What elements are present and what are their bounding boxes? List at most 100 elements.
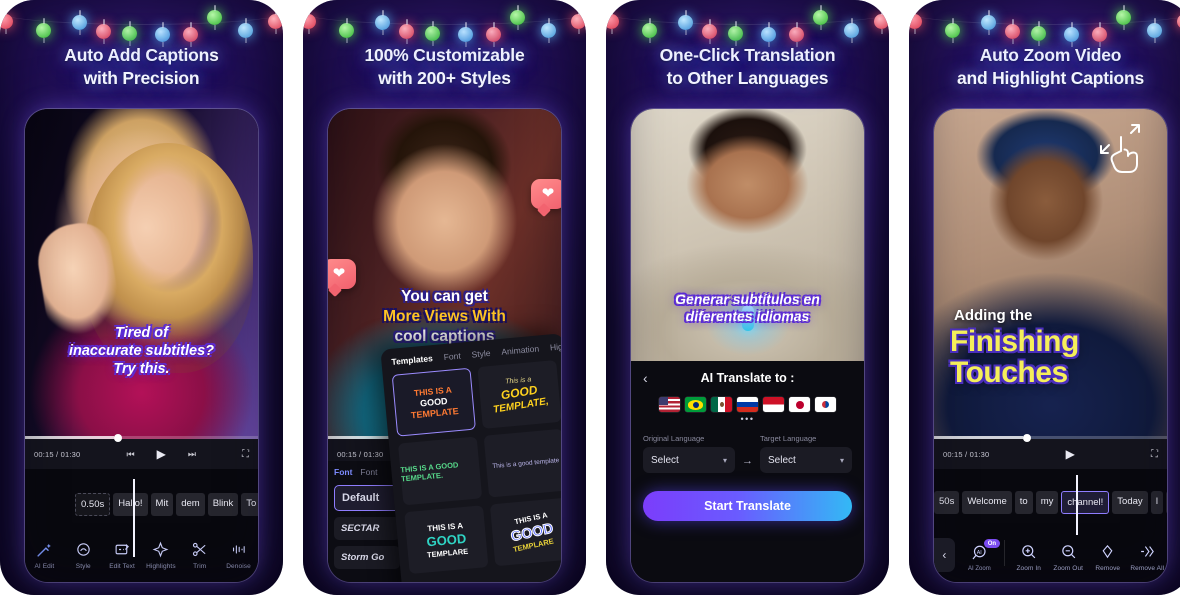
template-card[interactable]: This is a good template bbox=[483, 428, 561, 498]
fullscreen-icon[interactable]: ⛶ bbox=[242, 449, 249, 460]
flag-russia[interactable] bbox=[737, 397, 758, 412]
template-grid[interactable]: THIS IS A GOOD TEMPLATE This is a GOOD T… bbox=[383, 357, 561, 577]
play-icon[interactable]: ▶ bbox=[157, 447, 166, 461]
language-flag-row[interactable] bbox=[643, 397, 852, 412]
play-icon[interactable]: ▶ bbox=[1066, 447, 1075, 461]
list-item[interactable]: Mit bbox=[150, 493, 174, 516]
font-tab-row[interactable]: Font Font bbox=[334, 467, 400, 477]
tab-font[interactable]: Font bbox=[334, 467, 352, 477]
light-bulb bbox=[1116, 5, 1131, 30]
sparkle-icon bbox=[151, 539, 171, 559]
light-bulb bbox=[183, 22, 198, 47]
scrubber-handle[interactable] bbox=[113, 433, 122, 442]
video-frame-image bbox=[25, 109, 258, 439]
word-chip-row[interactable]: 0.50s Hallo! Mit dem Blink To bbox=[25, 493, 258, 516]
word-chip-row[interactable]: 50s Welcome to my channel! Today I am go… bbox=[934, 491, 1167, 514]
list-item[interactable]: Today bbox=[1112, 491, 1148, 514]
chevron-left-icon[interactable]: ‹ bbox=[934, 538, 955, 572]
tab-font-secondary[interactable]: Font bbox=[360, 467, 377, 477]
toolbar-item-trim[interactable]: Trim bbox=[180, 539, 219, 570]
list-item[interactable]: To bbox=[241, 493, 258, 516]
more-languages-indicator[interactable]: ••• bbox=[643, 414, 852, 424]
light-bulb bbox=[1064, 22, 1079, 47]
original-language-group: Original Language Select ▾ bbox=[643, 434, 735, 473]
fullscreen-icon[interactable]: ⛶ bbox=[1151, 449, 1158, 460]
list-item[interactable]: Default bbox=[334, 485, 400, 511]
list-item[interactable]: Fredoka bbox=[334, 575, 400, 582]
video-preview: Generar subtítulos en diferentes idiomas bbox=[631, 109, 864, 361]
toolbar-item-style[interactable]: Style bbox=[64, 539, 103, 570]
list-item[interactable]: 0.50s bbox=[75, 493, 111, 516]
list-item[interactable]: I bbox=[1150, 491, 1164, 514]
skip-next-icon[interactable]: ⏭ bbox=[188, 449, 196, 460]
target-language-select[interactable]: Select ▾ bbox=[760, 447, 852, 473]
flag-brazil[interactable] bbox=[685, 397, 706, 412]
toolbar-item-remove[interactable]: Remove bbox=[1088, 541, 1128, 572]
toolbar-item-remove-all[interactable]: Remove All bbox=[1128, 541, 1168, 572]
light-bulb bbox=[981, 10, 996, 35]
style-icon bbox=[73, 539, 93, 559]
template-card[interactable]: THIS IS A GOOD TEMPLARE bbox=[489, 497, 561, 567]
flag-south-korea[interactable] bbox=[815, 397, 836, 412]
list-item[interactable]: SECTAR bbox=[334, 517, 400, 540]
string-lights-decoration bbox=[606, 0, 889, 47]
template-card[interactable]: THIS IS A GOOD TEMPLARE bbox=[404, 505, 489, 575]
zoom-in-icon bbox=[1019, 541, 1039, 561]
toolbar-item-highlights[interactable]: Highlights bbox=[141, 539, 180, 570]
flag-japan[interactable] bbox=[789, 397, 810, 412]
list-item-selected[interactable]: channel! bbox=[1061, 491, 1110, 514]
video-preview: Tired of inaccurate subtitles? Try this. bbox=[25, 109, 258, 439]
list-item[interactable]: dem bbox=[176, 493, 205, 516]
template-card[interactable]: THIS IS A GOOD TEMPLATE bbox=[391, 367, 476, 437]
caption-timeline[interactable]: 50s Welcome to my channel! Today I am go… bbox=[934, 469, 1167, 582]
toolbar-item-ai-zoom[interactable]: On AI AI Zoom bbox=[959, 539, 1001, 572]
status-badge: On bbox=[983, 539, 1001, 548]
toolbar-item-label: Trim bbox=[193, 563, 207, 570]
caption-timeline[interactable]: 0.50s Hallo! Mit dem Blink To AI Edit St… bbox=[25, 469, 258, 582]
phone-mockup-4: Adding the Finishing Touches 00:15 / 01:… bbox=[933, 108, 1168, 583]
caption-line-1: Finishing bbox=[950, 325, 1079, 358]
toolbar-item-ai-edit[interactable]: AI Edit bbox=[25, 539, 64, 570]
template-card[interactable]: This is a GOOD TEMPLATE, bbox=[477, 359, 561, 429]
tab-animation[interactable]: Animation bbox=[501, 343, 540, 356]
progress-scrubber[interactable] bbox=[934, 433, 1167, 442]
playhead[interactable] bbox=[133, 479, 135, 557]
toolbar-item-zoom-in[interactable]: Zoom In bbox=[1009, 541, 1049, 572]
light-bulb bbox=[606, 9, 619, 34]
original-language-select[interactable]: Select ▾ bbox=[643, 447, 735, 473]
flag-united-states[interactable] bbox=[659, 397, 680, 412]
tab-style[interactable]: Style bbox=[471, 348, 491, 360]
flag-mexico[interactable] bbox=[711, 397, 732, 412]
light-bulb bbox=[486, 22, 501, 47]
list-item[interactable]: Hallo! bbox=[113, 493, 148, 516]
toolbar-item-label: Zoom In bbox=[1016, 565, 1042, 572]
flag-indonesia[interactable] bbox=[763, 397, 784, 412]
toolbar-item-denoise[interactable]: Denoise bbox=[219, 539, 258, 570]
toolbar-item-edit-text[interactable]: Edit Text bbox=[103, 539, 142, 570]
list-item[interactable]: 50s bbox=[934, 491, 960, 514]
player-time: 00:15 / 01:30 bbox=[337, 449, 384, 459]
string-lights-decoration bbox=[0, 0, 283, 47]
toolbar-item-label: Style bbox=[75, 563, 91, 570]
zoom-toolbar: ‹ On AI AI Zoom Zoom In Zoom Out Remove … bbox=[934, 538, 1167, 572]
list-item[interactable]: to bbox=[1014, 491, 1033, 514]
progress-scrubber[interactable] bbox=[25, 433, 258, 442]
light-bulb bbox=[399, 19, 414, 44]
tab-templates[interactable]: Templates bbox=[391, 353, 433, 367]
template-card[interactable]: THIS IS A GOOD TEMPLATE. bbox=[397, 436, 483, 506]
list-item[interactable]: am bbox=[1166, 491, 1167, 514]
tab-font[interactable]: Font bbox=[443, 351, 461, 363]
template-line-1: This is a good template bbox=[491, 456, 560, 470]
tab-highlights[interactable]: Highlights bbox=[550, 339, 561, 352]
start-translate-button[interactable]: Start Translate bbox=[643, 491, 852, 521]
playhead[interactable] bbox=[1076, 475, 1078, 535]
scrubber-handle[interactable] bbox=[1022, 433, 1031, 442]
list-item[interactable]: Storm Go bbox=[334, 546, 400, 569]
list-item[interactable]: my bbox=[1035, 491, 1059, 514]
skip-previous-icon[interactable]: ⏮ bbox=[126, 449, 134, 460]
templates-sheet: Templates Font Style Animation Highlight… bbox=[380, 333, 561, 582]
list-item[interactable]: Blink bbox=[207, 493, 239, 516]
chevron-left-icon[interactable]: ‹ bbox=[643, 370, 648, 386]
toolbar-item-zoom-out[interactable]: Zoom Out bbox=[1049, 541, 1089, 572]
list-item[interactable]: Welcome bbox=[962, 491, 1012, 514]
